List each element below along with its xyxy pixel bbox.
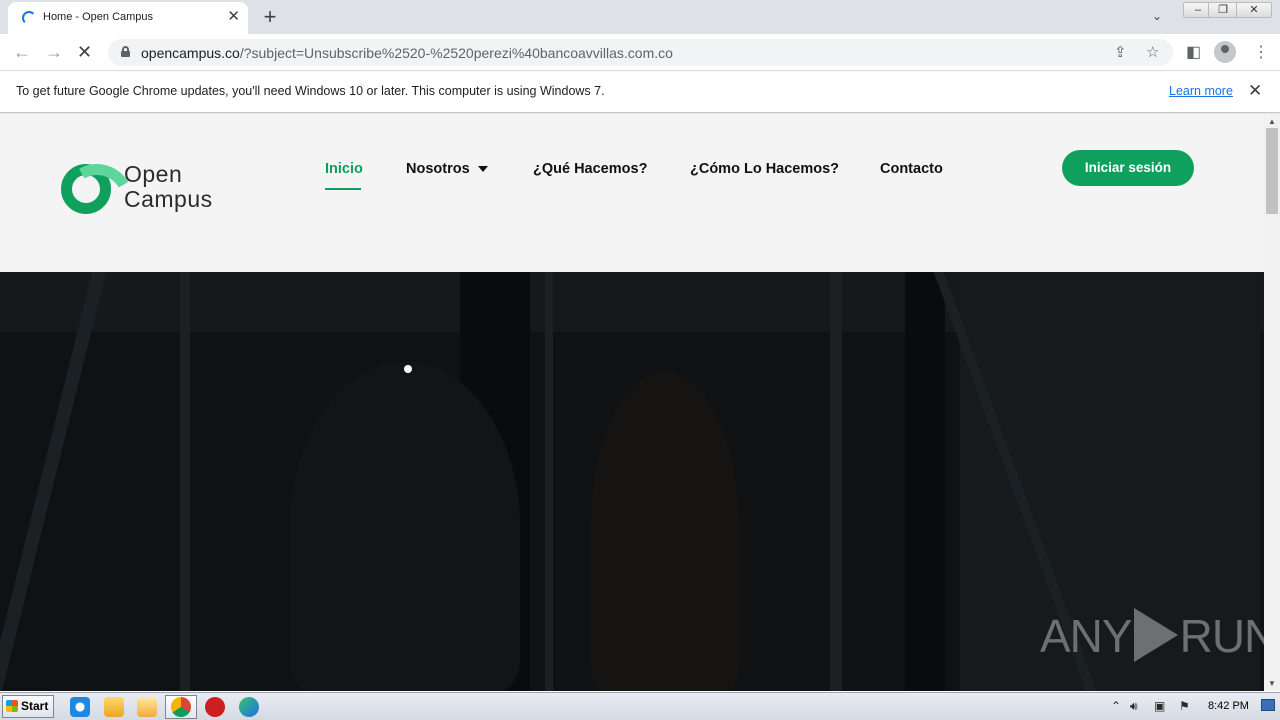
browser-tab[interactable]: Home - Open Campus ✕	[8, 2, 248, 34]
logo-line-2: Campus	[124, 186, 213, 212]
menu-kebab-icon[interactable]: ⋮	[1253, 42, 1269, 62]
infobar-message: To get future Google Chrome updates, you…	[16, 84, 605, 98]
show-desktop-icon[interactable]	[1261, 699, 1275, 711]
slider-dot[interactable]	[404, 365, 412, 373]
infobar-close-icon[interactable]: ✕	[1248, 81, 1262, 101]
edge-icon[interactable]	[239, 697, 259, 717]
chrome-taskbar-button[interactable]	[165, 695, 197, 719]
watermark-left-text: ANY	[1040, 610, 1133, 662]
tray-expand-icon[interactable]: ⌃	[1111, 699, 1121, 713]
watermark-right-text: RUN	[1179, 610, 1264, 662]
address-bar[interactable]: opencampus.co/?subject=Unsubscribe%2520-…	[108, 39, 1173, 66]
scroll-down-arrow-icon[interactable]: ▼	[1268, 679, 1276, 688]
hero-beam	[0, 272, 107, 691]
hero-beam	[830, 272, 842, 691]
browser-toolbar: ← → ✕ opencampus.co/?subject=Unsubscribe…	[0, 34, 1280, 71]
logo-line-1: Open	[124, 161, 183, 187]
taskbar-clock[interactable]: 8:42 PM	[1208, 700, 1249, 712]
web-page: Open Campus Inicio Nosotros ¿Qué Hacemos…	[0, 114, 1264, 691]
learn-more-link[interactable]: Learn more	[1169, 84, 1233, 98]
nav-inicio[interactable]: Inicio	[325, 161, 363, 177]
play-icon	[1133, 608, 1178, 662]
forward-arrow-icon[interactable]: →	[45, 42, 63, 62]
network-icon[interactable]: ▣	[1154, 699, 1165, 713]
stop-loading-icon[interactable]: ✕	[77, 42, 92, 62]
chrome-icon	[171, 697, 191, 717]
url-text[interactable]: opencampus.co/?subject=Unsubscribe%2520-…	[141, 45, 673, 61]
media-player-icon[interactable]	[137, 697, 157, 717]
scroll-up-arrow-icon[interactable]: ▲	[1268, 117, 1276, 126]
restore-window-button[interactable]: ❐	[1208, 2, 1238, 18]
volume-icon[interactable]: 🔊︎	[1130, 699, 1138, 714]
close-tab-icon[interactable]: ✕	[227, 9, 240, 25]
opera-icon[interactable]	[205, 697, 225, 717]
tab-title: Home - Open Campus	[43, 11, 154, 23]
page-scrollbar[interactable]: ▲ ▼	[1264, 114, 1280, 691]
site-logo-text[interactable]: Open Campus	[124, 162, 213, 212]
active-nav-underline	[325, 188, 361, 190]
loading-spinner-icon	[22, 11, 36, 25]
nav-contacto[interactable]: Contacto	[880, 161, 943, 177]
anyrun-watermark-logo: ANY RUN	[1040, 608, 1264, 663]
hero-banner: ANY RUN	[0, 272, 1264, 691]
hero-beam	[180, 272, 190, 691]
new-tab-button[interactable]: +	[258, 4, 282, 30]
back-arrow-icon[interactable]: ←	[13, 42, 31, 62]
share-icon[interactable]: ⇪	[1114, 43, 1127, 61]
action-center-flag-icon[interactable]: ⚑	[1179, 699, 1190, 713]
bookmark-star-icon[interactable]: ☆	[1146, 43, 1159, 61]
nav-nosotros-label: Nosotros	[406, 161, 470, 177]
open-campus-logo-icon[interactable]	[61, 164, 111, 214]
start-button[interactable]: Start	[2, 695, 54, 718]
windows-taskbar: Start ⌃ 🔊︎ ▣ ⚑ 8:42 PM	[0, 692, 1280, 720]
hero-person-right	[590, 372, 740, 691]
side-panel-icon[interactable]: ◧	[1186, 42, 1201, 62]
nav-nosotros[interactable]: Nosotros	[406, 161, 488, 177]
lock-icon[interactable]	[121, 46, 130, 57]
hero-beam	[545, 272, 553, 691]
tab-search-chevron-icon[interactable]: ⌄	[1152, 9, 1162, 23]
caret-down-icon	[477, 166, 488, 173]
profile-avatar-icon[interactable]	[1214, 41, 1236, 63]
scrollbar-thumb[interactable]	[1266, 128, 1278, 214]
browser-tab-strip: Home - Open Campus ✕ + ⌄ ‒ ❐ ✕	[0, 0, 1280, 34]
hero-person-left	[290, 362, 520, 691]
file-explorer-icon[interactable]	[104, 697, 124, 717]
update-infobar: To get future Google Chrome updates, you…	[0, 72, 1280, 113]
hero-pillar	[905, 272, 945, 691]
site-header: Open Campus Inicio Nosotros ¿Qué Hacemos…	[0, 114, 1264, 272]
close-window-button[interactable]: ✕	[1236, 2, 1272, 18]
nav-como-lo-hacemos[interactable]: ¿Cómo Lo Hacemos?	[690, 161, 839, 177]
internet-explorer-icon[interactable]	[70, 697, 90, 717]
nav-que-hacemos[interactable]: ¿Qué Hacemos?	[533, 161, 647, 177]
login-button[interactable]: Iniciar sesión	[1062, 150, 1194, 186]
